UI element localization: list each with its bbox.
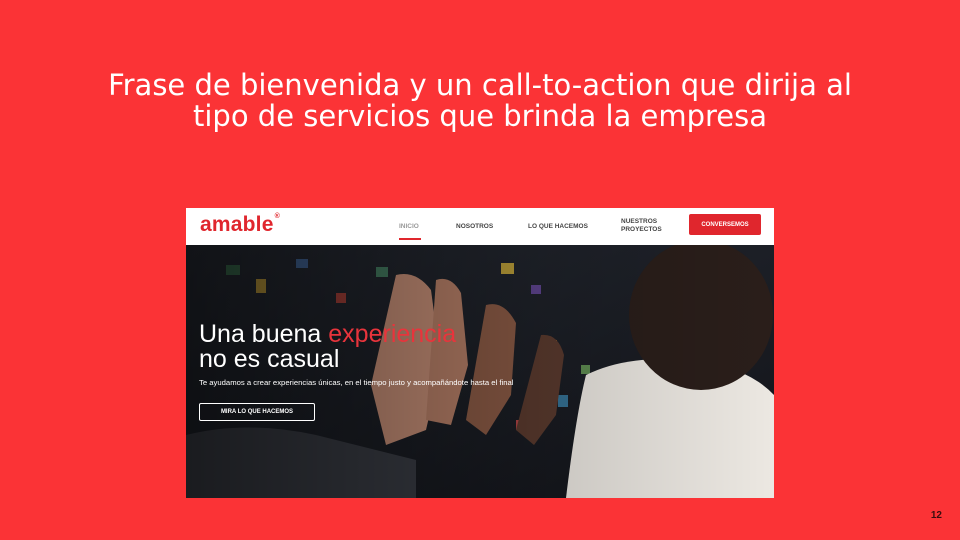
nav-item-lo-que-hacemos[interactable]: LO QUE HACEMOS xyxy=(528,223,588,231)
hero-section: Una buena experiencia no es casual Te ayu… xyxy=(186,245,774,498)
page-number: 12 xyxy=(930,510,942,521)
hero-subtext: Te ayudamos a crear experiencias únicas,… xyxy=(199,378,514,387)
headline-accent: experiencia xyxy=(328,320,457,348)
headline-part1: Una buena xyxy=(199,320,329,348)
headline-line2: no es casual xyxy=(199,345,340,373)
conversemos-button[interactable]: CONVERSEMOS xyxy=(689,214,761,235)
site-logo[interactable]: amable® xyxy=(200,213,280,237)
nav-item-nuestros-proyectos[interactable]: NUESTROS PROYECTOS xyxy=(621,218,663,234)
nav-item-nosotros[interactable]: NOSOTROS xyxy=(456,223,493,231)
slide-title: Frase de bienvenida y un call-to-action … xyxy=(108,68,852,133)
registered-mark: ® xyxy=(274,213,280,220)
active-nav-underline xyxy=(399,238,421,240)
website-screenshot: amable® INICIO NOSOTROS LO QUE HACEMOS N… xyxy=(186,208,774,498)
site-navbar: amable® INICIO NOSOTROS LO QUE HACEMOS N… xyxy=(186,208,774,245)
hero-headline: Una buena experiencia no es casual xyxy=(199,322,456,372)
mira-lo-que-hacemos-button[interactable]: MIRA LO QUE HACEMOS xyxy=(199,403,315,421)
nav-item-inicio[interactable]: INICIO xyxy=(399,223,419,231)
logo-text: amable xyxy=(200,213,274,236)
